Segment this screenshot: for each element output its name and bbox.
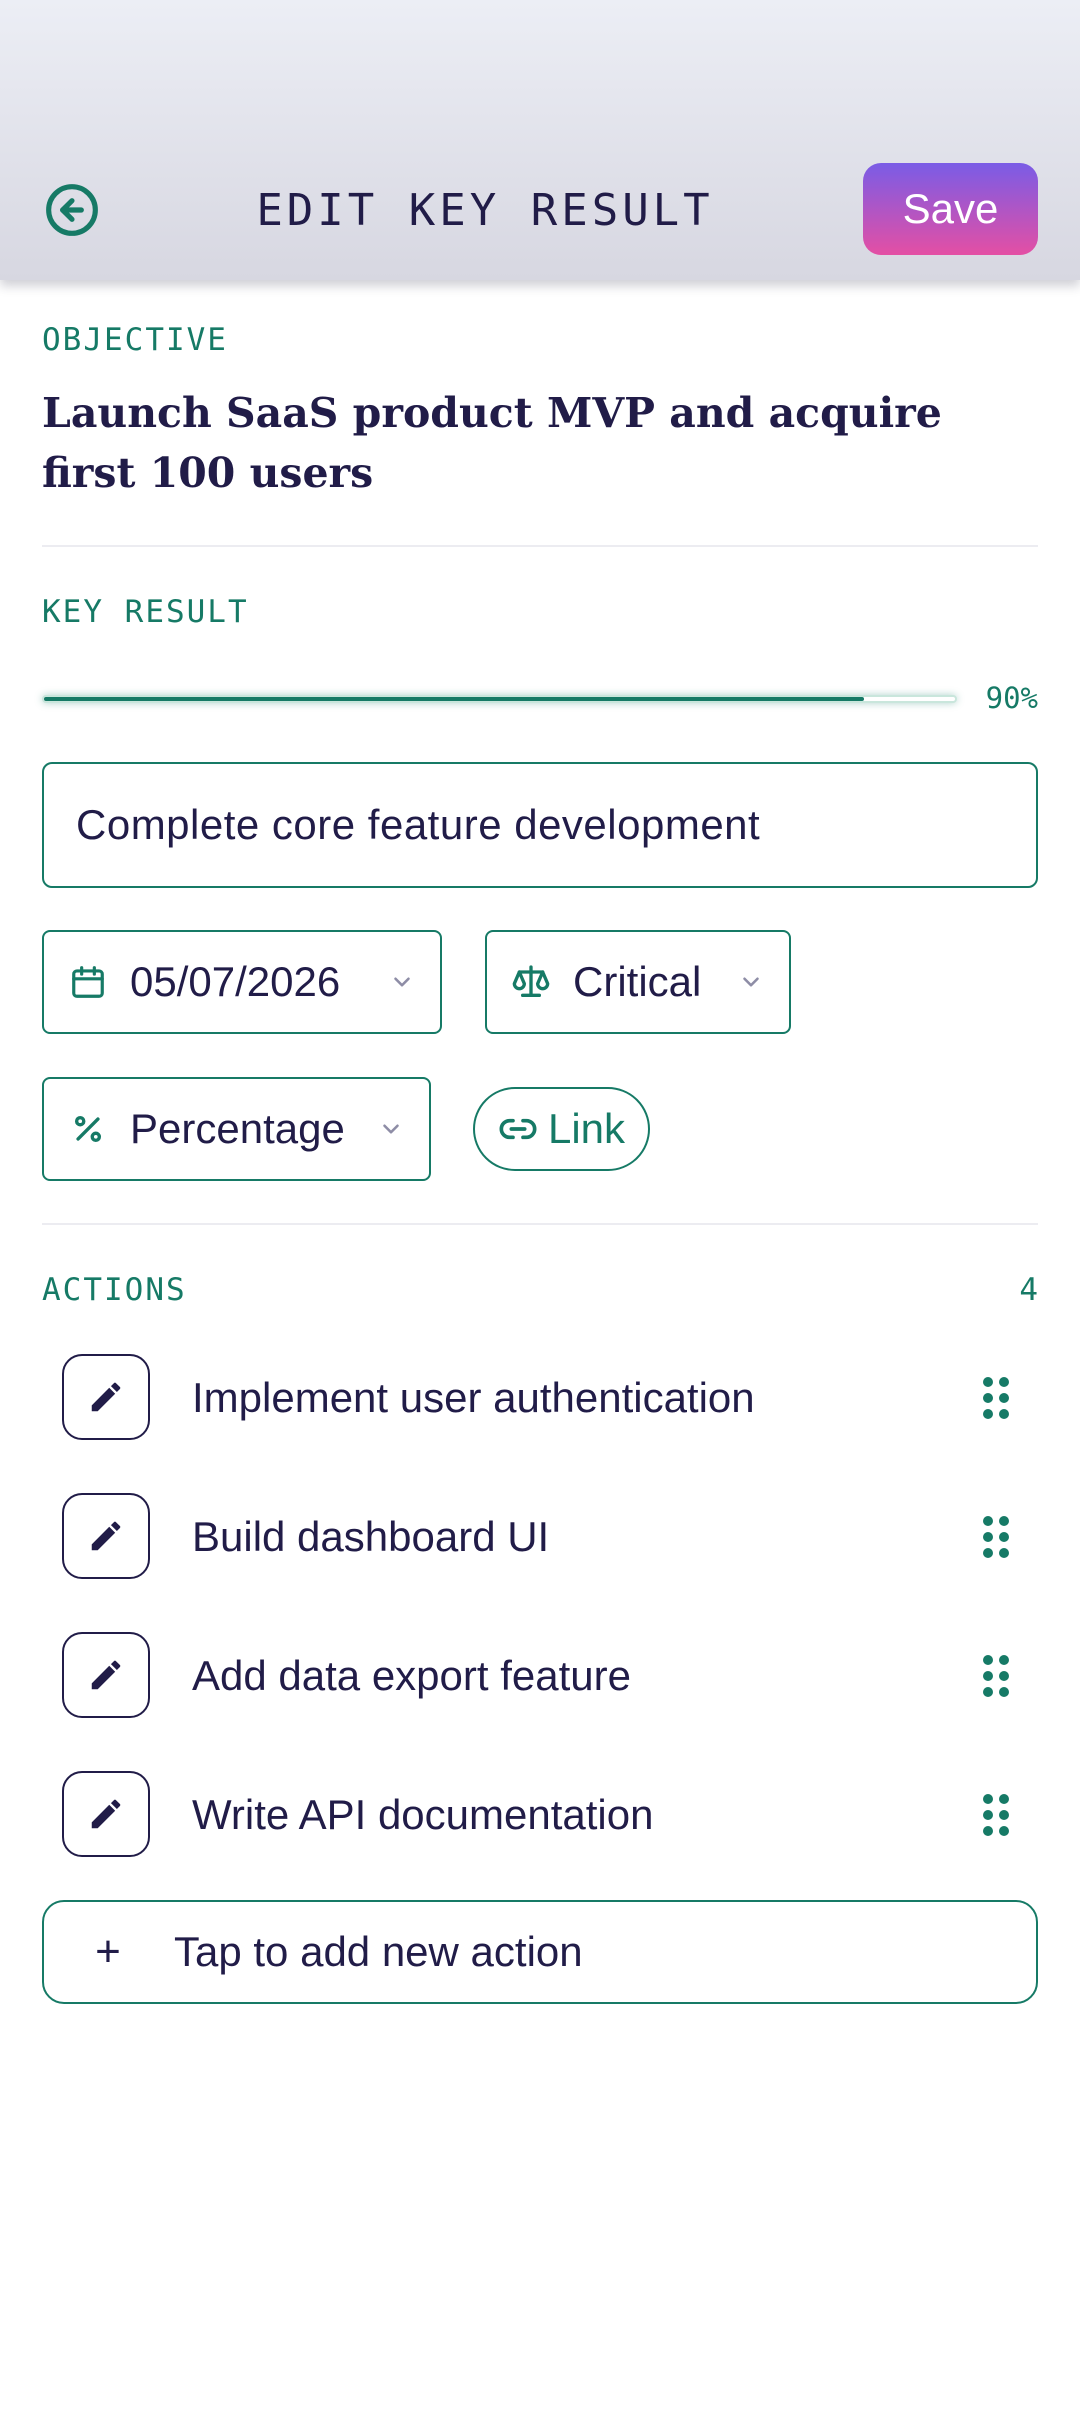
edit-action-button[interactable] [62, 1632, 150, 1718]
priority-value: Critical [573, 958, 702, 1005]
due-date-value: 05/07/2026 [130, 958, 341, 1005]
link-icon [499, 1118, 537, 1140]
progress-bar [42, 695, 957, 703]
pencil-icon [91, 1382, 121, 1412]
drag-handle-icon[interactable] [976, 1791, 1016, 1839]
drag-handle-icon[interactable] [976, 1513, 1016, 1561]
objective-section-label: OBJECTIVE [42, 322, 228, 358]
actions-section-label: ACTIONS [42, 1272, 187, 1308]
divider [42, 1223, 1038, 1225]
action-label: Write API documentation [192, 1791, 654, 1838]
measure-type-value: Percentage [130, 1105, 345, 1152]
top-app-bar: EDIT KEY RESULT Save [0, 0, 1080, 280]
measure-type-dropdown[interactable]: Percentage [42, 1077, 431, 1181]
edit-action-button[interactable] [62, 1493, 150, 1579]
priority-dropdown[interactable]: Critical [485, 930, 791, 1034]
chevron-down-icon [388, 968, 416, 996]
progress-percent: 90% [985, 681, 1038, 715]
link-label: Link [547, 1105, 626, 1152]
link-button[interactable]: Link [473, 1087, 650, 1171]
percent-icon [68, 1109, 108, 1149]
drag-handle-icon[interactable] [976, 1652, 1016, 1700]
edit-action-button[interactable] [62, 1771, 150, 1857]
chevron-down-icon [377, 1115, 405, 1143]
calendar-icon [68, 962, 108, 1002]
action-item: Add data export feature [42, 1630, 1038, 1720]
key-result-section-label: KEY RESULT [42, 594, 249, 630]
objective-title: Launch SaaS product MVP and acquire firs… [42, 389, 942, 497]
save-button[interactable]: Save [863, 163, 1038, 255]
action-label: Build dashboard UI [192, 1513, 550, 1560]
edit-action-button[interactable] [62, 1354, 150, 1440]
add-action-label: Tap to add new action [174, 1928, 583, 1975]
scale-icon [511, 962, 551, 1002]
drag-handle-icon[interactable] [976, 1374, 1016, 1422]
pencil-icon [91, 1660, 121, 1690]
action-item: Write API documentation [42, 1769, 1038, 1859]
action-label: Add data export feature [192, 1652, 631, 1699]
add-action-button[interactable]: + Tap to add new action [42, 1900, 1038, 2004]
divider [42, 545, 1038, 547]
plus-icon: + [95, 1927, 121, 1976]
key-result-name-input[interactable]: Complete core feature development [42, 762, 1038, 888]
chevron-down-icon [737, 968, 765, 996]
action-item: Implement user authentication [42, 1352, 1038, 1442]
actions-count: 4 [1019, 1272, 1038, 1308]
pencil-icon [91, 1799, 121, 1829]
progress-fill [44, 697, 864, 701]
action-item: Build dashboard UI [42, 1491, 1038, 1581]
due-date-dropdown[interactable]: 05/07/2026 [42, 930, 442, 1034]
pencil-icon [91, 1521, 121, 1551]
action-label: Implement user authentication [192, 1374, 755, 1421]
